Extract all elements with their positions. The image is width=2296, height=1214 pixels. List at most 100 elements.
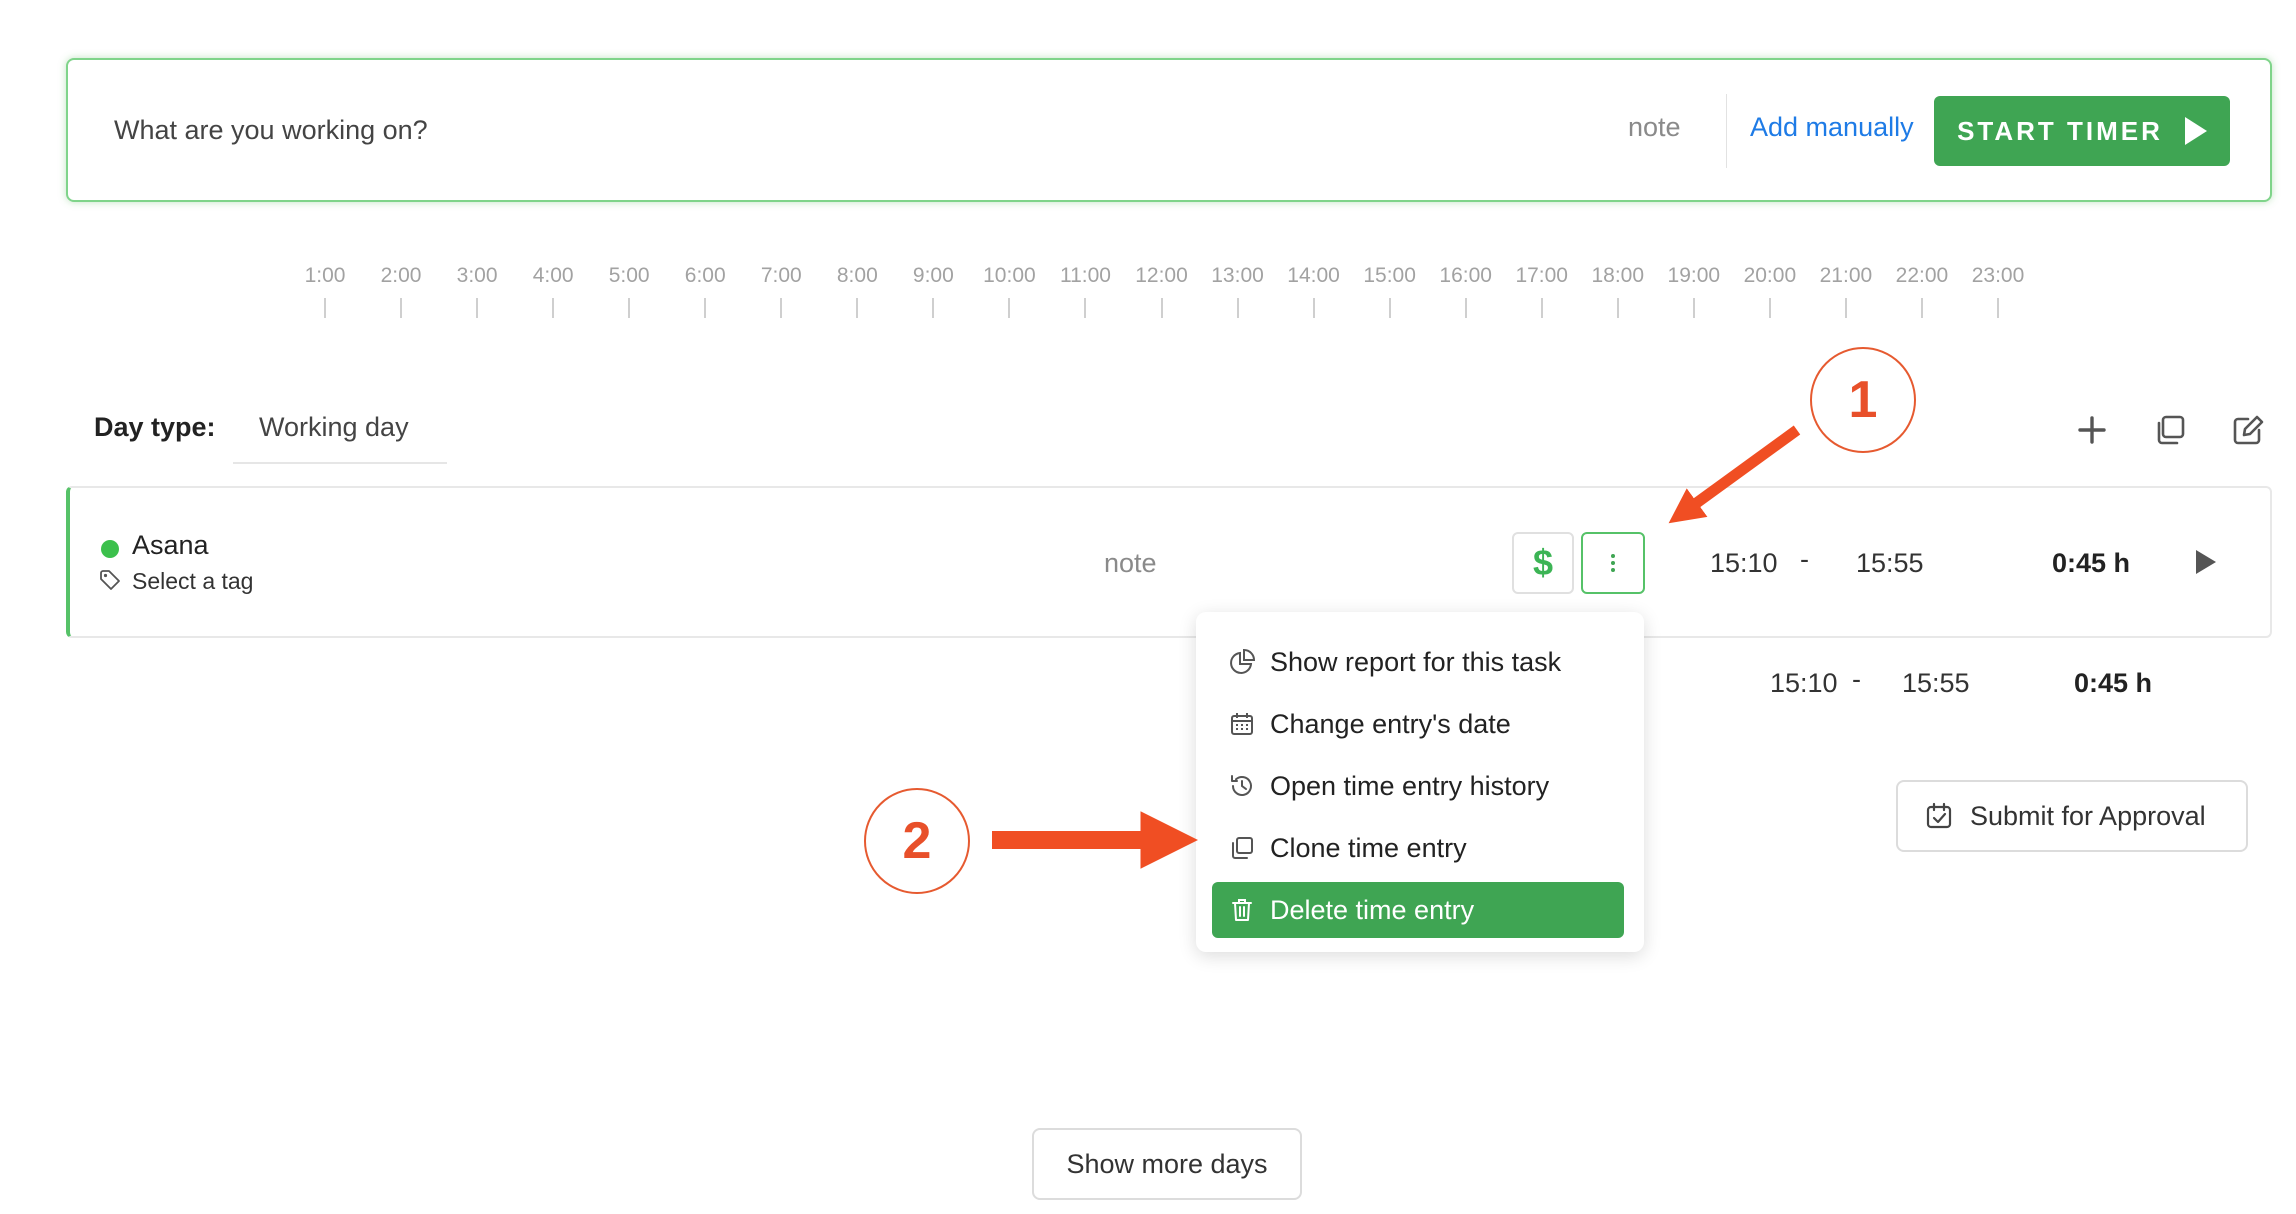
hour-label: 10:00 xyxy=(983,264,1036,287)
hour-mark xyxy=(1768,298,1771,318)
entry-end-time[interactable]: 15:55 xyxy=(1856,548,1924,579)
trash-icon xyxy=(1232,899,1252,921)
hour-label: 15:00 xyxy=(1363,264,1416,287)
hour-mark xyxy=(1236,298,1239,318)
hour-mark xyxy=(1692,298,1695,318)
copy-icon[interactable] xyxy=(2152,412,2188,448)
menu-item-history[interactable]: Open time entry history xyxy=(1212,758,1624,814)
select-tag-link[interactable]: Select a tag xyxy=(132,568,253,595)
billable-toggle-button[interactable]: $ xyxy=(1512,532,1574,594)
hour-label: 6:00 xyxy=(684,264,726,287)
hour-label: 23:00 xyxy=(1971,264,2025,287)
hour-mark xyxy=(628,298,631,318)
project-color-dot xyxy=(101,540,119,558)
hour-tick: 9:00 xyxy=(893,264,973,318)
plus-icon[interactable] xyxy=(2074,412,2110,448)
tag-icon xyxy=(98,568,122,592)
day-total-start: 15:10 xyxy=(1770,668,1838,698)
submit-label: Submit for Approval xyxy=(1970,800,2206,831)
continue-play-icon[interactable] xyxy=(2196,550,2216,574)
hour-tick: 22:00 xyxy=(1882,264,1962,318)
hour-tick: 10:00 xyxy=(969,264,1049,318)
time-separator: - xyxy=(1800,544,1809,574)
pie-chart-icon xyxy=(1230,648,1256,674)
submit-for-approval-button[interactable]: Submit for Approval xyxy=(1896,780,2248,852)
hour-tick: 3:00 xyxy=(437,264,517,318)
hour-label: 21:00 xyxy=(1819,264,1873,287)
hour-label: 16:00 xyxy=(1439,264,1492,287)
start-timer-label: START TIMER xyxy=(1957,115,2163,146)
hour-mark xyxy=(552,298,555,318)
entry-start-time[interactable]: 15:10 xyxy=(1710,548,1778,579)
hour-tick: 16:00 xyxy=(1426,264,1506,318)
hour-mark xyxy=(780,298,783,318)
task-description-input[interactable] xyxy=(114,106,1514,154)
hour-ruler: 1:00 2:00 3:00 4:00 5:00 6:00 7:00 8:00 9:00 10:0… xyxy=(0,264,2296,324)
clone-icon xyxy=(1232,837,1253,859)
hour-mark xyxy=(1616,298,1619,318)
hour-tick: 18:00 xyxy=(1578,264,1658,318)
project-name[interactable]: Asana xyxy=(132,530,209,561)
hour-mark xyxy=(476,298,479,318)
hour-mark xyxy=(1008,298,1011,318)
hour-label: 17:00 xyxy=(1515,264,1568,287)
hour-tick: 21:00 xyxy=(1806,264,1886,318)
hour-mark xyxy=(1997,298,1999,318)
hour-tick: 12:00 xyxy=(1122,264,1202,318)
hour-label: 7:00 xyxy=(760,264,802,287)
hour-mark xyxy=(1464,298,1467,318)
show-more-days-button[interactable]: Show more days xyxy=(1032,1128,1302,1200)
menu-item-change-date[interactable]: Change entry's date xyxy=(1212,696,1624,752)
menu-item-delete[interactable]: Delete time entry xyxy=(1212,882,1624,938)
day-total-duration: 0:45 h xyxy=(2074,668,2153,698)
menu-item-label: Delete time entry xyxy=(1270,894,1475,925)
hour-tick: 14:00 xyxy=(1274,264,1354,318)
hour-label: 20:00 xyxy=(1743,264,1797,287)
history-icon xyxy=(1231,775,1252,796)
hour-mark xyxy=(856,298,859,318)
hour-label: 2:00 xyxy=(380,264,422,287)
entry-note-field[interactable]: note xyxy=(1104,548,1157,579)
hour-label: 14:00 xyxy=(1287,264,1340,287)
hour-label: 11:00 xyxy=(1059,264,1111,287)
timer-note-field[interactable]: note xyxy=(1628,112,1681,143)
calendar-icon xyxy=(1231,713,1253,735)
menu-item-label: Open time entry history xyxy=(1270,770,1550,801)
timer-divider xyxy=(1726,94,1727,168)
hour-mark xyxy=(1312,298,1315,318)
hour-label: 12:00 xyxy=(1135,264,1188,287)
hour-tick: 6:00 xyxy=(665,264,745,318)
play-icon xyxy=(2184,117,2207,145)
hour-tick: 19:00 xyxy=(1654,264,1734,318)
entry-options-menu: Show report for this task Change entry's… xyxy=(1196,612,1644,952)
hour-tick: 23:00 xyxy=(1958,264,2038,318)
hour-mark xyxy=(1920,298,1923,318)
hour-tick: 17:00 xyxy=(1502,264,1582,318)
hour-tick: 4:00 xyxy=(513,264,593,318)
hour-label: 8:00 xyxy=(836,264,878,287)
hour-tick: 13:00 xyxy=(1198,264,1278,318)
day-type-select[interactable]: Working day xyxy=(233,400,447,464)
hour-mark xyxy=(932,298,935,318)
hour-tick: 2:00 xyxy=(361,264,441,318)
hour-tick: 7:00 xyxy=(741,264,821,318)
hour-mark xyxy=(1388,298,1391,318)
entry-duration[interactable]: 0:45 h xyxy=(2052,548,2130,579)
hour-label: 1:00 xyxy=(304,264,346,287)
hour-label: 9:00 xyxy=(912,264,954,287)
menu-item-clone[interactable]: Clone time entry xyxy=(1212,820,1624,876)
timer-bar: note Add manually START TIMER xyxy=(66,58,2272,202)
menu-item-label: Show report for this task xyxy=(1270,646,1562,677)
hour-label: 5:00 xyxy=(608,264,650,287)
more-options-button[interactable] xyxy=(1581,532,1645,594)
start-timer-button[interactable]: START TIMER xyxy=(1934,96,2230,166)
hour-mark xyxy=(324,298,326,318)
menu-item-show-report[interactable]: Show report for this task xyxy=(1212,634,1624,690)
menu-item-label: Change entry's date xyxy=(1270,708,1511,739)
hour-mark xyxy=(1160,298,1163,318)
hour-label: 18:00 xyxy=(1591,264,1645,287)
menu-item-label: Clone time entry xyxy=(1270,832,1467,863)
hour-label: 4:00 xyxy=(532,264,574,287)
add-manually-link[interactable]: Add manually xyxy=(1750,112,1914,143)
edit-icon[interactable] xyxy=(2230,412,2266,448)
